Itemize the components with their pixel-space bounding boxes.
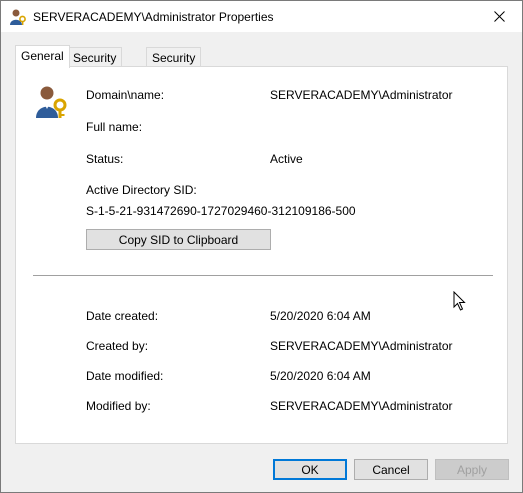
created-by-value: SERVERACADEMY\Administrator — [270, 339, 453, 353]
close-icon — [493, 11, 505, 22]
created-by-label: Created by: — [86, 339, 149, 353]
apply-button[interactable]: Apply — [435, 459, 509, 480]
tab-security-roles[interactable]: Security Roles — [67, 47, 123, 85]
copy-sid-button[interactable]: Copy SID to Clipboard — [86, 229, 271, 250]
date-modified-label: Date modified: — [86, 369, 164, 383]
tab-security-scopes[interactable]: Security Scopes — [146, 47, 202, 85]
tab-general[interactable]: General — [15, 45, 70, 68]
modified-by-value: SERVERACADEMY\Administrator — [270, 399, 453, 413]
user-key-icon — [9, 8, 27, 26]
domain-name-value: SERVERACADEMY\Administrator — [270, 88, 453, 102]
cancel-button[interactable]: Cancel — [354, 459, 428, 480]
section-divider — [33, 275, 493, 277]
properties-dialog: SERVERACADEMY\Administrator Properties G… — [0, 0, 523, 493]
title-bar[interactable]: SERVERACADEMY\Administrator Properties — [1, 1, 522, 32]
status-value: Active — [270, 152, 303, 166]
general-panel: Domain\name: SERVERACADEMY\Administrator… — [15, 66, 508, 444]
sid-value: S-1-5-21-931472690-1727029460-312109186-… — [86, 204, 356, 218]
date-modified-value: 5/20/2020 6:04 AM — [270, 369, 371, 383]
domain-name-label: Domain\name: — [86, 88, 165, 102]
full-name-label: Full name: — [86, 120, 143, 134]
window-title: SERVERACADEMY\Administrator Properties — [33, 10, 274, 24]
mouse-cursor-icon — [453, 290, 467, 314]
user-key-icon — [33, 84, 69, 120]
close-button[interactable] — [476, 1, 522, 32]
ok-button[interactable]: OK — [273, 459, 347, 480]
date-created-label: Date created: — [86, 309, 159, 323]
date-created-value: 5/20/2020 6:04 AM — [270, 309, 371, 323]
sid-label: Active Directory SID: — [86, 183, 197, 197]
status-label: Status: — [86, 152, 124, 166]
modified-by-label: Modified by: — [86, 399, 151, 413]
